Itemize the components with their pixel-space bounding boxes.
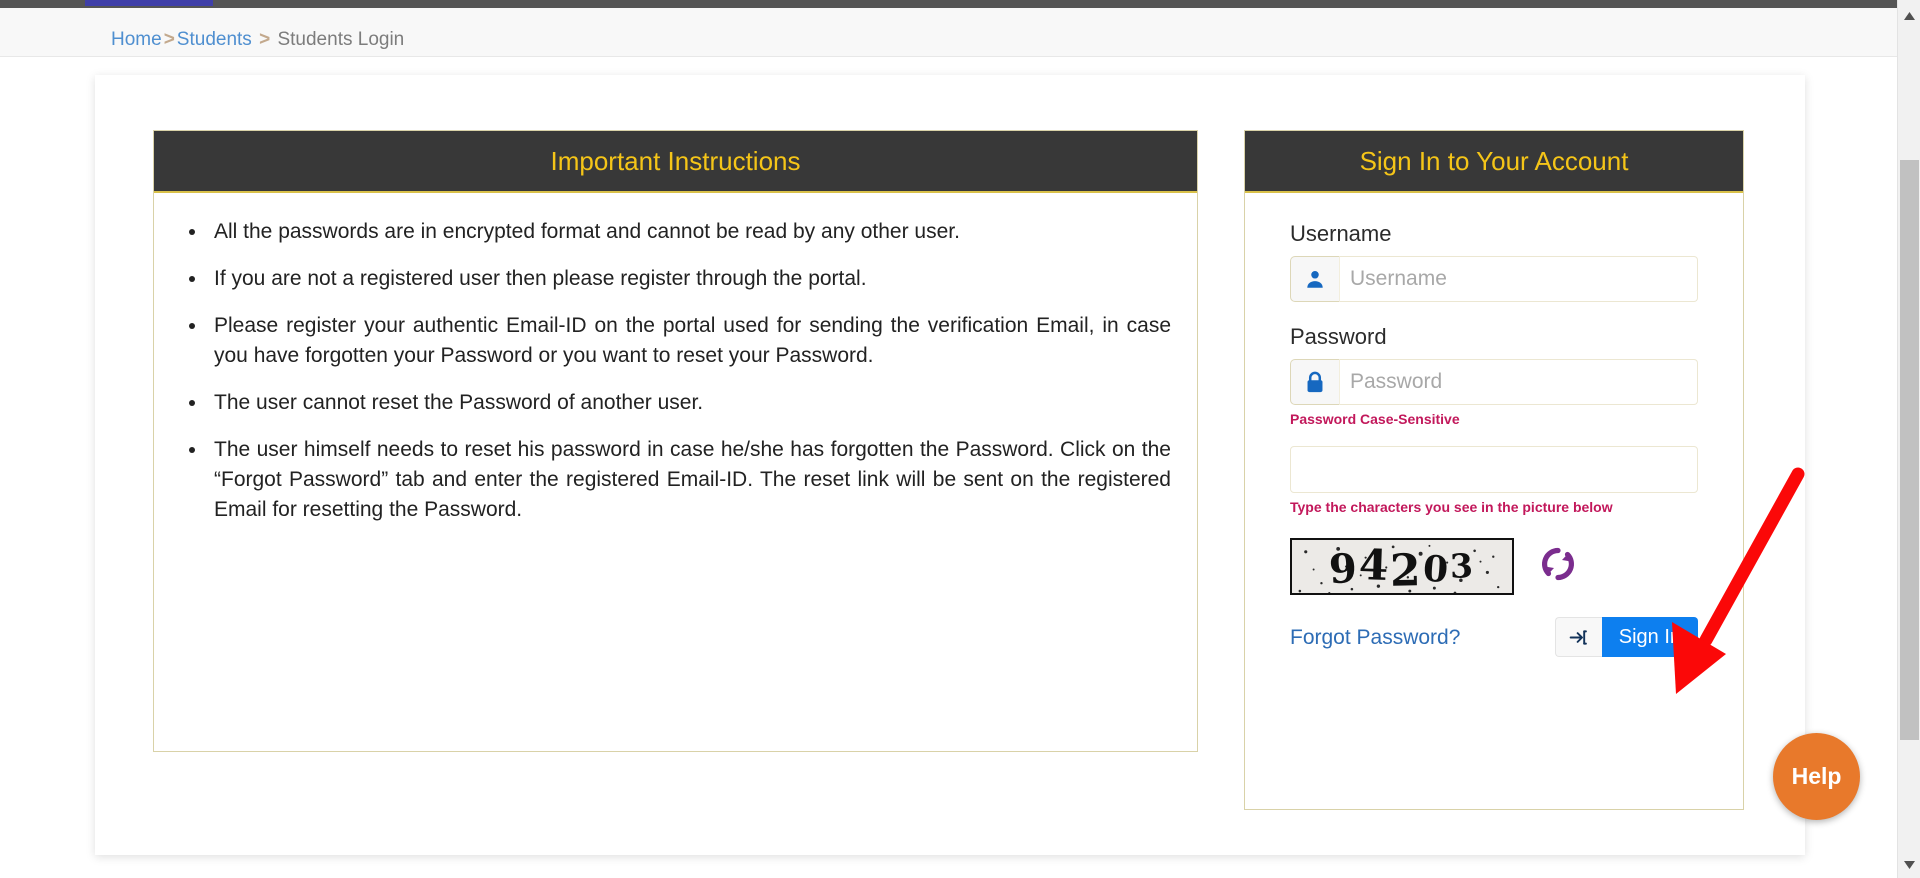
content-card: Important Instructions All the passwords… — [95, 75, 1805, 855]
captcha-input[interactable] — [1290, 446, 1698, 493]
list-item: The user cannot reset the Password of an… — [208, 388, 1171, 418]
captcha-input-wrap — [1290, 446, 1698, 493]
vertical-scrollbar[interactable] — [1897, 0, 1920, 878]
breadcrumb-item-home[interactable]: Home — [111, 29, 162, 50]
list-item: All the passwords are in encrypted forma… — [208, 217, 1171, 247]
password-case-sensitive-hint: Password Case-Sensitive — [1290, 411, 1460, 427]
user-icon — [1290, 256, 1339, 302]
username-input[interactable] — [1339, 256, 1698, 302]
breadcrumb-item-current: Students Login — [277, 29, 405, 50]
breadcrumb-separator: > — [259, 29, 271, 50]
instructions-panel-body: All the passwords are in encrypted forma… — [154, 193, 1197, 751]
page-root: Home > Students > Students Login Important… — [0, 0, 1920, 878]
signin-actions-row: Forgot Password? Sign In — [1290, 617, 1698, 657]
breadcrumb: Home > Students > Students Login — [111, 29, 404, 51]
signin-panel-title: Sign In to Your Account — [1245, 131, 1743, 193]
breadcrumb-band: Home > Students > Students Login — [0, 8, 1897, 57]
password-label: Password — [1290, 324, 1387, 349]
scroll-up-arrow-icon[interactable] — [1898, 4, 1920, 27]
signin-button-group: Sign In — [1554, 617, 1698, 657]
captcha-image: 94203 — [1290, 538, 1514, 595]
breadcrumb-separator: > — [163, 29, 175, 50]
captcha-code: 94203 — [1327, 539, 1476, 595]
breadcrumb-item-students[interactable]: Students — [177, 29, 252, 50]
instructions-panel-title: Important Instructions — [154, 131, 1197, 193]
signin-panel-body: Username Password — [1245, 193, 1743, 809]
list-item: If you are not a registered user then pl… — [208, 264, 1171, 294]
sign-in-button[interactable]: Sign In — [1601, 617, 1698, 657]
password-input[interactable] — [1339, 359, 1698, 405]
top-progress-segment — [85, 0, 213, 6]
forgot-password-link[interactable]: Forgot Password? — [1290, 625, 1460, 650]
list-item: The user himself needs to reset his pass… — [208, 435, 1171, 525]
username-input-group — [1290, 256, 1698, 302]
refresh-icon[interactable] — [1538, 544, 1578, 589]
list-item: Please register your authentic Email-ID … — [208, 311, 1171, 371]
scrollbar-thumb[interactable] — [1900, 160, 1919, 740]
lock-icon — [1290, 359, 1339, 405]
scroll-down-arrow-icon[interactable] — [1898, 853, 1920, 876]
username-label: Username — [1290, 221, 1392, 246]
help-button[interactable]: Help — [1773, 733, 1860, 820]
captcha-hint: Type the characters you see in the pictu… — [1290, 499, 1613, 515]
instructions-list: All the passwords are in encrypted forma… — [180, 217, 1171, 525]
top-strip — [0, 0, 1920, 8]
password-input-group — [1290, 359, 1698, 405]
instructions-panel: Important Instructions All the passwords… — [153, 130, 1198, 752]
signin-panel: Sign In to Your Account Username Passwor… — [1244, 130, 1744, 810]
sign-in-arrow-icon — [1554, 617, 1602, 657]
captcha-row: 94203 — [1290, 538, 1698, 595]
